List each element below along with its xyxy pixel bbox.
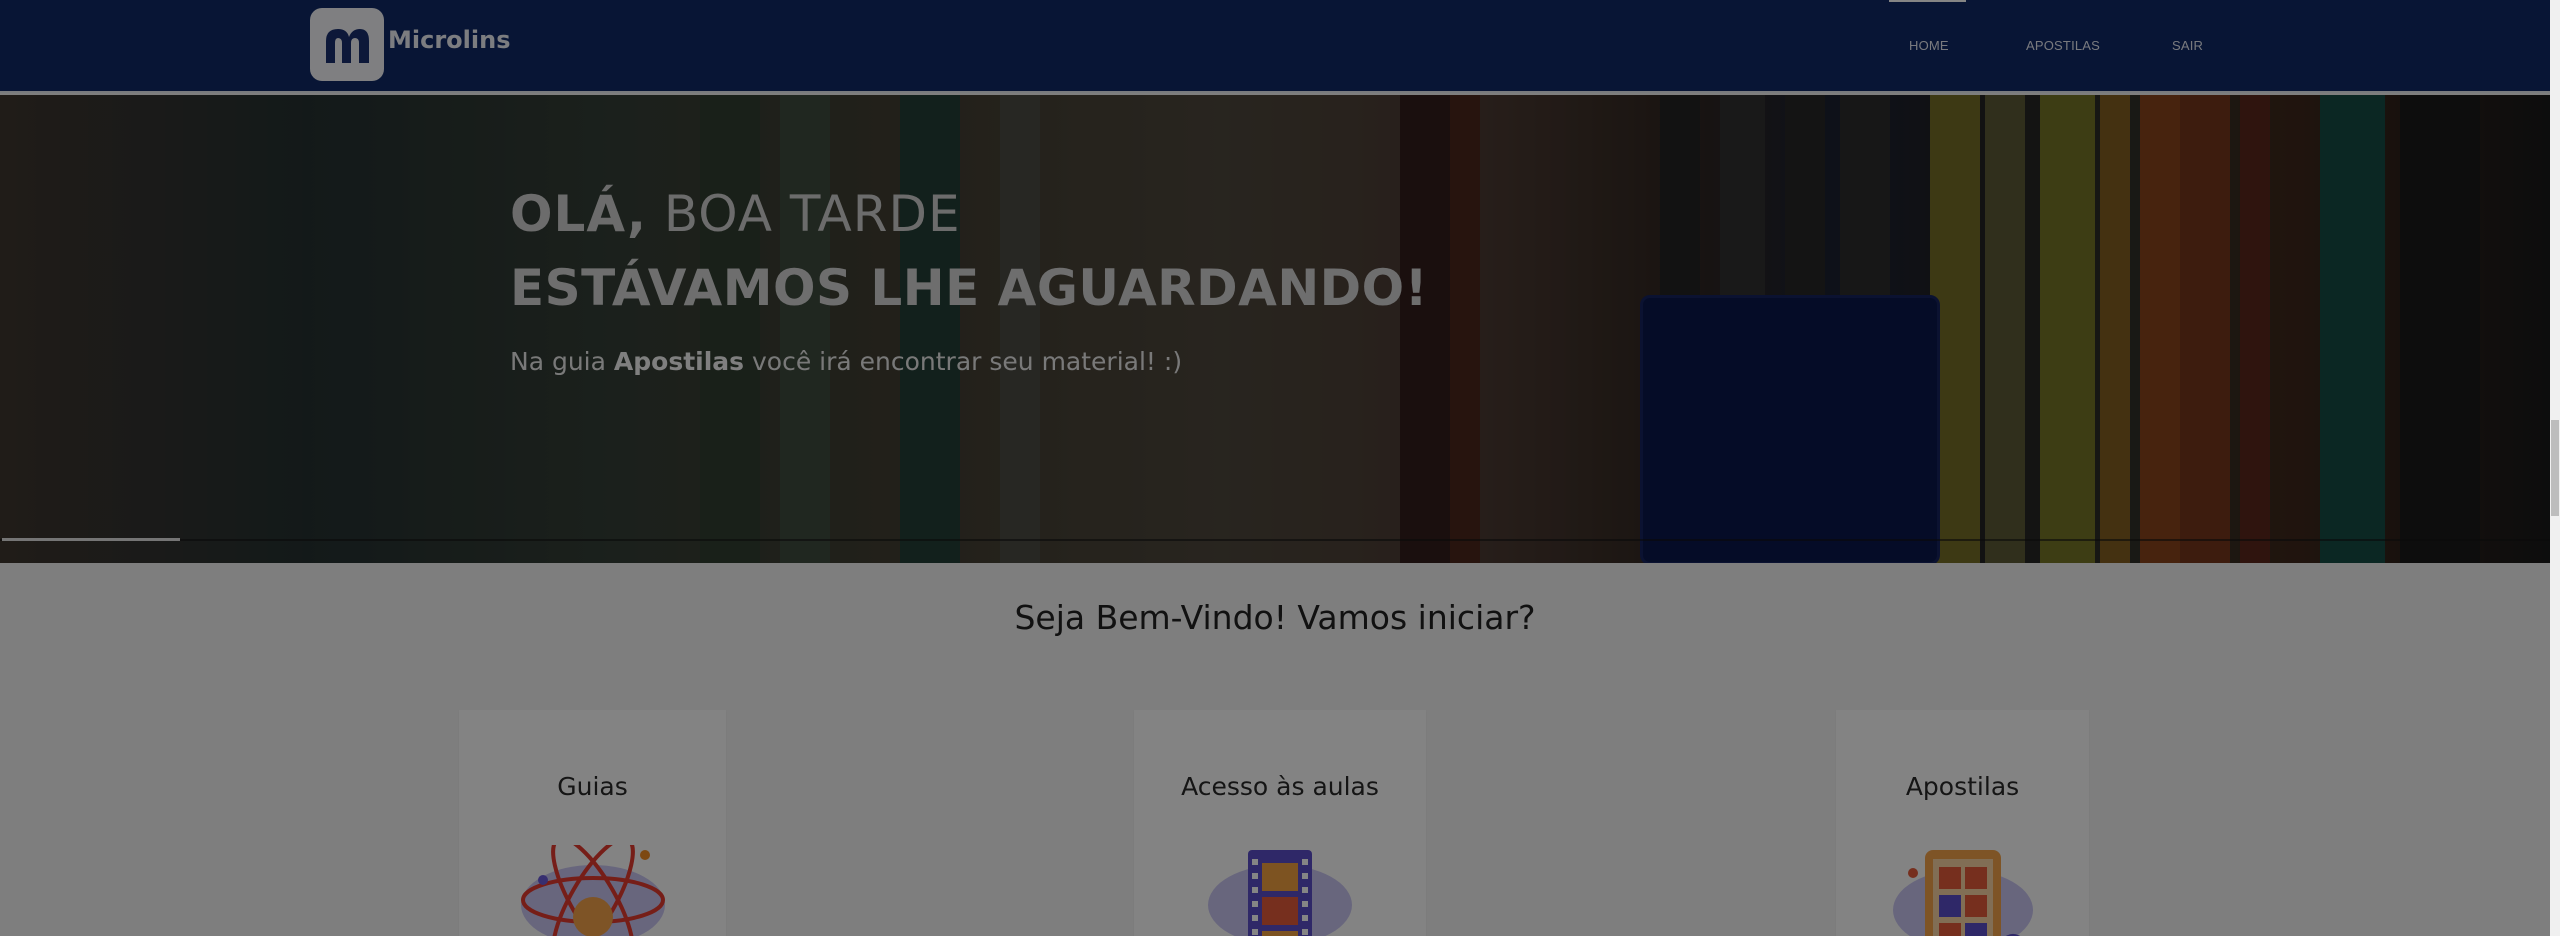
hero-greeting: OLÁ, BOA TARDE [510, 185, 961, 243]
tablet-content-icon [1892, 850, 2033, 936]
nav-apostilas[interactable]: APOSTILAS [2026, 38, 2100, 53]
hero-banner: OLÁ, BOA TARDE ESTÁVAMOS LHE AGUARDANDO!… [0, 95, 2550, 563]
card-title: Guias [557, 772, 628, 801]
card-title: Acesso às aulas [1181, 772, 1379, 801]
card-acesso-aulas[interactable]: Acesso às aulas [1134, 710, 1426, 936]
hero-headline: ESTÁVAMOS LHE AGUARDANDO! [510, 259, 1428, 317]
nav-active-indicator [1889, 0, 1966, 2]
atom-wifi-icon [520, 845, 665, 936]
brand-name[interactable]: Microlins [388, 26, 510, 54]
hero-subtitle: Na guia Apostilas você irá encontrar seu… [510, 347, 1183, 376]
slider-progress-track [0, 539, 2550, 541]
nav-sair[interactable]: SAIR [2172, 38, 2203, 53]
slider-progress-fill [2, 538, 180, 541]
card-guias[interactable]: Guias [459, 710, 726, 936]
scrollbar-thumb[interactable] [2551, 420, 2559, 516]
welcome-heading: Seja Bem-Vindo! Vamos iniciar? [1014, 598, 1536, 637]
card-title: Apostilas [1905, 772, 2020, 801]
card-apostilas[interactable]: Apostilas [1836, 710, 2089, 936]
top-navbar: Microlins HOME APOSTILAS SAIR [0, 0, 2550, 93]
logo-m-icon [326, 28, 369, 63]
nav-home[interactable]: HOME [1909, 38, 1949, 53]
film-strip-icon [1208, 850, 1352, 936]
microlins-logo[interactable] [310, 8, 384, 81]
hero-text-block: OLÁ, BOA TARDE ESTÁVAMOS LHE AGUARDANDO!… [510, 185, 1428, 376]
